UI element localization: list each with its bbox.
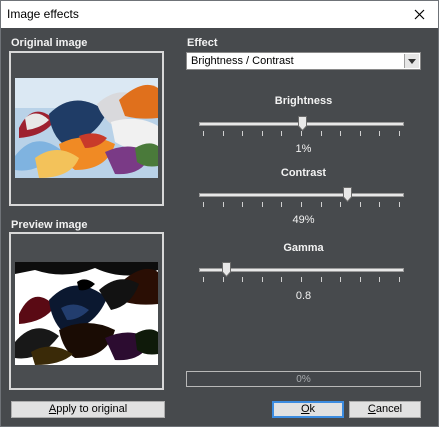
slider-tick (379, 131, 380, 136)
slider-tick (281, 277, 282, 282)
gamma-value: 0.8 (295, 290, 312, 302)
slider-tick (379, 202, 380, 207)
slider-tick (242, 277, 243, 282)
apply-to-original-button[interactable]: Apply to original (11, 401, 165, 418)
contrast-slider[interactable] (199, 187, 404, 203)
slider-tick (242, 202, 243, 207)
progress-bar: 0% (186, 371, 421, 387)
contrast-label: Contrast (280, 167, 327, 179)
slider-tick (340, 277, 341, 282)
slider-tick (203, 202, 204, 207)
original-image-frame (9, 51, 164, 206)
ok-accel-letter: O (300, 403, 310, 415)
slider-tick (360, 202, 361, 207)
slider-tick (399, 202, 400, 207)
slider-tick (281, 131, 282, 136)
brightness-label: Brightness (274, 95, 333, 107)
title-bar: Image effects (1, 1, 438, 28)
slider-tick (223, 277, 224, 282)
slider-tick (242, 131, 243, 136)
cancel-button[interactable]: Cancel (349, 401, 421, 418)
slider-tick (301, 202, 302, 207)
slider-tick (379, 277, 380, 282)
gamma-ticks (199, 277, 404, 283)
preview-image-frame (9, 232, 164, 390)
contrast-value: 49% (292, 214, 315, 226)
slider-tick (399, 131, 400, 136)
chevron-down-icon[interactable] (404, 54, 419, 68)
slider-tick (301, 277, 302, 282)
original-image-label: Original image (11, 37, 88, 49)
preview-image (15, 262, 158, 365)
dialog-title: Image effects (7, 7, 79, 21)
slider-tick (203, 277, 204, 282)
close-button[interactable] (400, 1, 438, 28)
slider-tick (281, 202, 282, 207)
slider-tick (321, 131, 322, 136)
slider-tick (203, 131, 204, 136)
preview-image-label: Preview image (11, 219, 88, 231)
gamma-slider-thumb[interactable] (222, 262, 231, 278)
slider-tick (360, 277, 361, 282)
brightness-slider-thumb[interactable] (298, 116, 307, 132)
original-image (15, 78, 158, 178)
effect-selected-value: Brightness / Contrast (191, 55, 294, 67)
slider-tick (223, 131, 224, 136)
contrast-ticks (199, 202, 404, 208)
brightness-ticks (199, 131, 404, 137)
progress-text: 0% (296, 374, 311, 385)
gamma-slider[interactable] (199, 262, 404, 278)
slider-tick (399, 277, 400, 282)
ok-label-rest: k (309, 403, 316, 415)
close-icon (414, 9, 424, 20)
slider-tick (321, 277, 322, 282)
gamma-label: Gamma (283, 242, 324, 254)
slider-tick (223, 202, 224, 207)
slider-tick (262, 202, 263, 207)
slider-tick (360, 131, 361, 136)
image-effects-dialog: Image effects Original image Preview ima… (0, 0, 439, 427)
effect-select[interactable]: Brightness / Contrast (186, 52, 421, 70)
cancel-accel-letter: C (367, 403, 376, 415)
slider-tick (321, 202, 322, 207)
effect-label: Effect (187, 37, 218, 49)
contrast-slider-thumb[interactable] (343, 187, 352, 203)
brightness-slider[interactable] (199, 116, 404, 132)
slider-tick (262, 277, 263, 282)
slider-tick (340, 131, 341, 136)
cancel-label-rest: ancel (375, 403, 403, 415)
ok-button[interactable]: Ok (272, 401, 344, 418)
brightness-value: 1% (295, 143, 312, 155)
slider-tick (301, 131, 302, 136)
slider-tick (262, 131, 263, 136)
apply-label-rest: pply to original (56, 403, 128, 415)
slider-tick (340, 202, 341, 207)
